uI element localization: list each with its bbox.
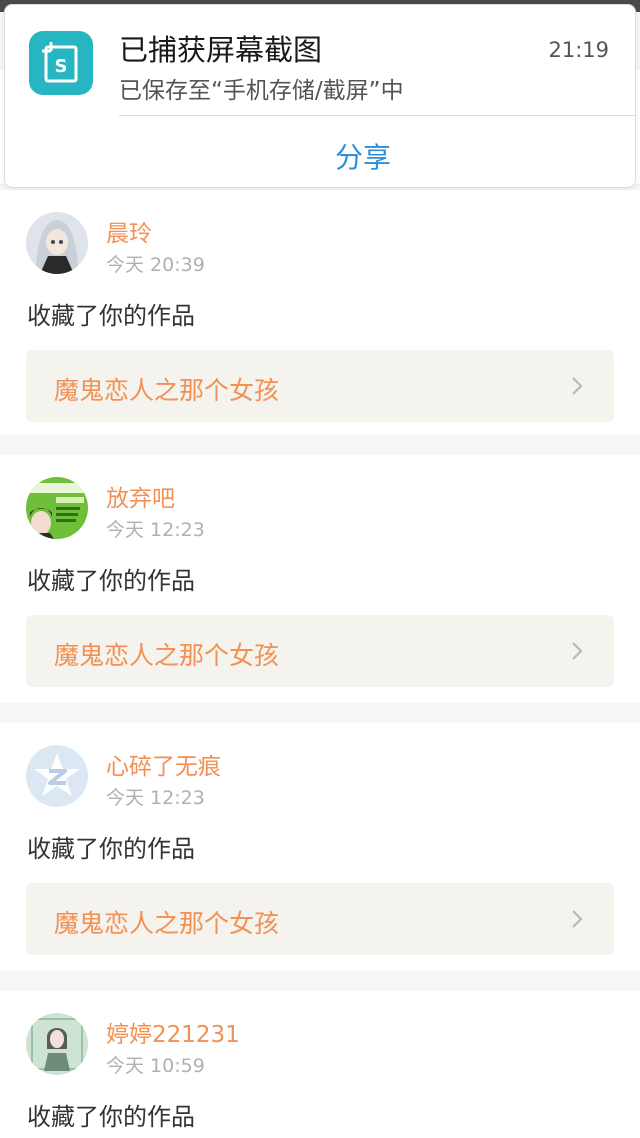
activity-text: 收藏了你的作品 — [27, 835, 195, 863]
timestamp: 今天 20:39 — [106, 254, 205, 276]
divider — [119, 115, 635, 116]
avatar[interactable] — [26, 1013, 88, 1075]
timestamp: 今天 10:59 — [106, 1055, 205, 1077]
icon-glyph: S — [55, 56, 68, 77]
screenshot-app-icon: S — [29, 31, 93, 95]
screen: 通知 收益 收藏 评论 鲜花 关注 S — [0, 0, 640, 1138]
activity-text: 收藏了你的作品 — [27, 567, 195, 595]
chevron-right-icon — [572, 377, 583, 395]
timestamp: 今天 12:23 — [106, 787, 205, 809]
work-title: 魔鬼恋人之那个女孩 — [54, 641, 280, 670]
notification-time: 21:19 — [548, 38, 609, 62]
activity-text: 收藏了你的作品 — [27, 1103, 195, 1131]
username[interactable]: 心碎了无痕 — [106, 747, 221, 781]
chevron-right-icon — [572, 910, 583, 928]
avatar[interactable] — [26, 745, 88, 807]
notification-title: 已捕获屏幕截图 — [119, 33, 323, 67]
work-link[interactable]: 魔鬼恋人之那个女孩 — [26, 615, 614, 687]
work-title: 魔鬼恋人之那个女孩 — [54, 376, 280, 405]
timestamp: 今天 12:23 — [106, 519, 205, 541]
username[interactable]: 婷婷221231 — [106, 1015, 240, 1049]
share-button[interactable]: 分享 — [5, 136, 640, 176]
feed-item: 婷婷221231 今天 10:59 收藏了你的作品 — [0, 991, 640, 1138]
feed-item: 放弃吧 今天 12:23 收藏了你的作品 魔鬼恋人之那个女孩 — [0, 455, 640, 703]
username[interactable]: 放弃吧 — [106, 479, 175, 513]
default-z-avatar — [26, 745, 88, 807]
avatar[interactable] — [26, 212, 88, 274]
notification-subtitle: 已保存至“手机存储/截屏”中 — [119, 78, 404, 104]
feed-item: 晨玲 今天 20:39 收藏了你的作品 魔鬼恋人之那个女孩 — [0, 190, 640, 435]
chevron-right-icon — [572, 642, 583, 660]
green-poster-avatar — [26, 477, 88, 539]
anime-girl-avatar — [26, 212, 88, 274]
feed-item: 心碎了无痕 今天 12:23 收藏了你的作品 魔鬼恋人之那个女孩 — [0, 723, 640, 971]
screenshot-notification[interactable]: S 已捕获屏幕截图 21:19 已保存至“手机存储/截屏”中 分享 — [4, 4, 636, 188]
username[interactable]: 晨玲 — [106, 214, 152, 248]
activity-text: 收藏了你的作品 — [27, 302, 195, 330]
avatar[interactable] — [26, 477, 88, 539]
work-link[interactable]: 魔鬼恋人之那个女孩 — [26, 883, 614, 955]
girl-photo-avatar — [26, 1013, 88, 1075]
work-title: 魔鬼恋人之那个女孩 — [54, 909, 280, 938]
work-link[interactable]: 魔鬼恋人之那个女孩 — [26, 350, 614, 422]
